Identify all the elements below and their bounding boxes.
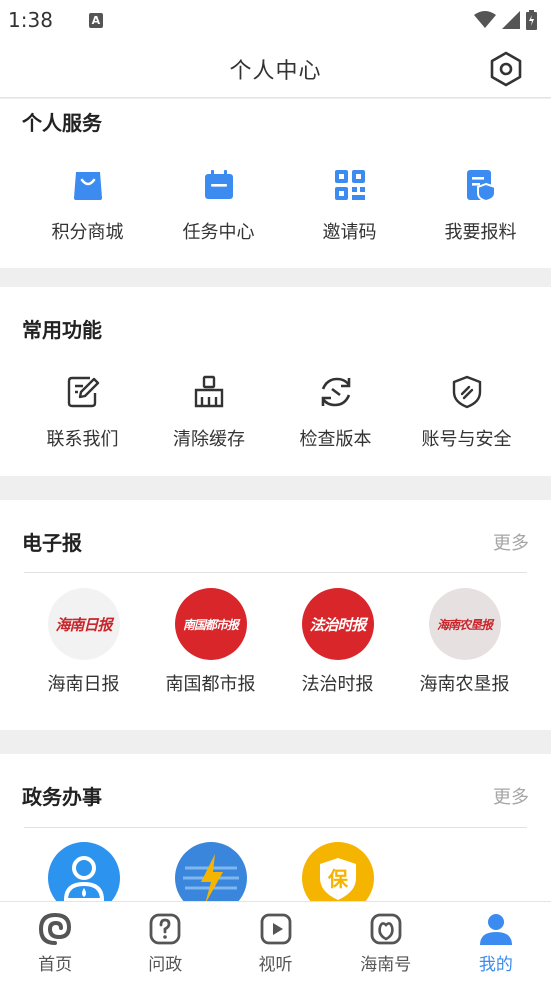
function-item-label: 联系我们 [46, 429, 119, 450]
epaper-item-label: 海南日报 [47, 674, 120, 695]
wifi-icon [474, 11, 496, 28]
qr-code-icon [334, 170, 365, 200]
calendar-icon [204, 170, 233, 199]
common-functions-card: 常用功能 联系我们 清除缓存 检查版本 账号与安全 [0, 287, 551, 476]
epaper-item-hainan-daily[interactable]: 海南日报 海南日报 [20, 588, 147, 696]
hainan-nongken-logo: 海南农垦报 [428, 588, 501, 660]
epaper-item-label: 南国都市报 [165, 674, 256, 695]
function-item-label: 清除缓存 [173, 429, 245, 450]
epaper-title: 电子报 [22, 531, 82, 555]
legal-times-logo: 法治时报 [301, 588, 374, 660]
tab-label: 问政 [148, 955, 183, 975]
epaper-item-nanguo-metro[interactable]: 南国都市报 南国都市报 [147, 588, 274, 696]
government-divider [24, 827, 527, 828]
government-title: 政务办事 [22, 785, 102, 809]
service-item-report[interactable]: 我要报料 [415, 165, 546, 244]
edit-note-icon [67, 376, 99, 408]
tab-label: 首页 [38, 955, 73, 975]
function-item-label: 检查版本 [299, 429, 372, 450]
epaper-item-label: 海南农垦报 [419, 674, 510, 695]
personal-services-title: 个人服务 [22, 111, 102, 135]
epaper-item-label: 法治时报 [301, 674, 374, 695]
common-functions-title: 常用功能 [22, 318, 102, 342]
tab-label: 视听 [258, 955, 293, 975]
user-icon [479, 914, 512, 945]
personal-services-card: 个人服务 积分商城 任务中心 邀请码 我要报料 [0, 99, 551, 268]
government-card: 政务办事 更多 保 [0, 754, 551, 914]
service-item-label: 邀请码 [322, 222, 377, 243]
title-bar: 个人中心 [0, 40, 551, 98]
question-bubble-icon [149, 913, 181, 945]
hainan-daily-logo: 海南日报 [47, 588, 120, 660]
status-indicators [474, 10, 537, 30]
security-shield-icon [452, 375, 481, 409]
shopping-bag-icon [73, 172, 102, 200]
epaper-card: 电子报 更多 海南日报 海南日报 南国都市报 南国都市报 法治时报 法治时报 海… [0, 500, 551, 730]
service-item-label: 任务中心 [182, 222, 255, 243]
service-item-task-center[interactable]: 任务中心 [153, 165, 284, 244]
service-item-label: 我要报料 [444, 222, 517, 243]
status-time: 1:38 [8, 8, 53, 32]
insurance-glyph: 保 [327, 867, 349, 891]
nanguo-metro-logo: 南国都市报 [174, 588, 247, 660]
refresh-icon [321, 377, 350, 407]
function-item-contact-us[interactable]: 联系我们 [17, 372, 148, 451]
common-functions-grid: 联系我们 清除缓存 检查版本 账号与安全 [17, 372, 551, 451]
epaper-item-hainan-nongken[interactable]: 海南农垦报 海南农垦报 [401, 588, 528, 696]
function-item-check-version[interactable]: 检查版本 [270, 372, 401, 451]
tab-wenzheng[interactable]: 问政 [110, 902, 220, 981]
screen: 1:38 A 个人中心 个人服务 积分商城 任务中心 邀请码 我要报料 常用功能… [0, 0, 551, 981]
report-shield-icon [466, 170, 496, 202]
service-item-label: 积分商城 [51, 222, 124, 243]
function-item-label: 账号与安全 [421, 429, 512, 450]
personal-services-grid: 积分商城 任务中心 邀请码 我要报料 [22, 165, 551, 244]
epaper-more-link[interactable]: 更多 [493, 529, 529, 555]
tab-mine[interactable]: 我的 [441, 902, 551, 981]
signal-icon [502, 11, 520, 29]
epaper-divider [24, 572, 527, 573]
tab-hainan-account[interactable]: 海南号 [331, 902, 441, 981]
bottom-tab-bar: 首页 问政 视听 海南号 我的 [0, 901, 551, 981]
battery-icon [526, 10, 537, 30]
tab-label: 我的 [478, 955, 513, 975]
epaper-grid: 海南日报 海南日报 南国都市报 南国都市报 法治时报 法治时报 海南农垦报 海南… [20, 588, 551, 696]
home-swirl-icon [39, 912, 72, 945]
notification-icon: A [88, 12, 103, 28]
tab-label: 海南号 [360, 955, 412, 975]
settings-hexagon-icon [490, 51, 522, 87]
page-title: 个人中心 [229, 58, 322, 84]
play-icon [260, 913, 291, 945]
broom-icon [194, 375, 224, 408]
government-more-link[interactable]: 更多 [493, 783, 529, 809]
function-item-clear-cache[interactable]: 清除缓存 [148, 372, 270, 451]
settings-button[interactable] [487, 50, 525, 88]
epaper-item-legal-times[interactable]: 法治时报 法治时报 [274, 588, 401, 696]
status-bar: 1:38 A [0, 0, 551, 40]
service-item-invite-code[interactable]: 邀请码 [284, 165, 415, 244]
hainan-account-icon [370, 913, 402, 945]
tab-home[interactable]: 首页 [0, 902, 110, 981]
service-item-points-mall[interactable]: 积分商城 [22, 165, 153, 244]
function-item-account-security[interactable]: 账号与安全 [401, 372, 532, 451]
tab-audio-video[interactable]: 视听 [220, 902, 330, 981]
